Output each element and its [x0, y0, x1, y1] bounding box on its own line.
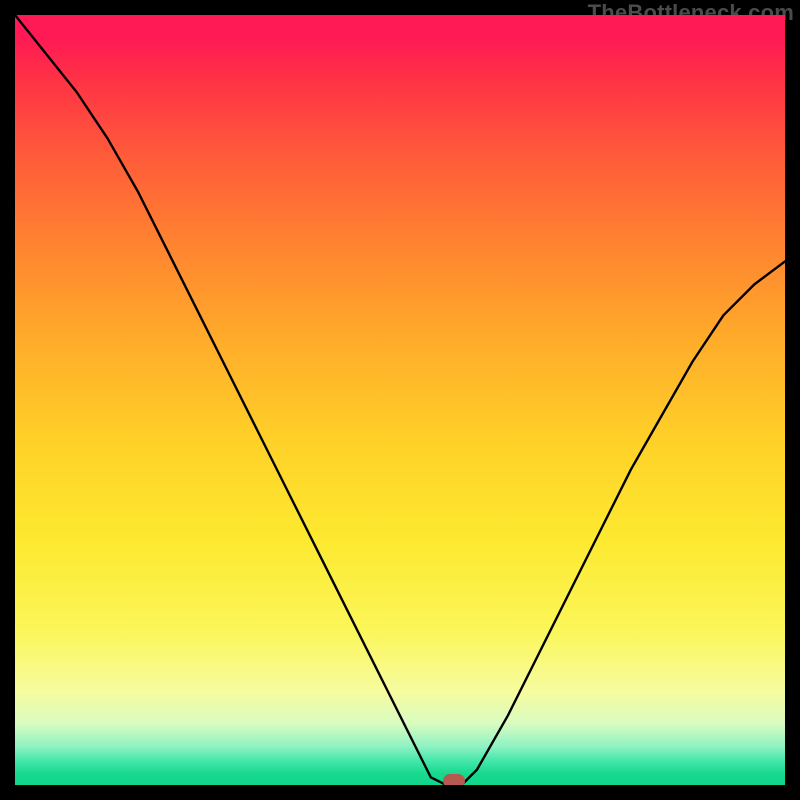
bottleneck-curve-path — [15, 15, 785, 785]
plot-area — [15, 15, 785, 785]
optimal-point-marker — [443, 774, 465, 785]
chart-frame: TheBottleneck.com — [0, 0, 800, 800]
curve-layer — [15, 15, 785, 785]
